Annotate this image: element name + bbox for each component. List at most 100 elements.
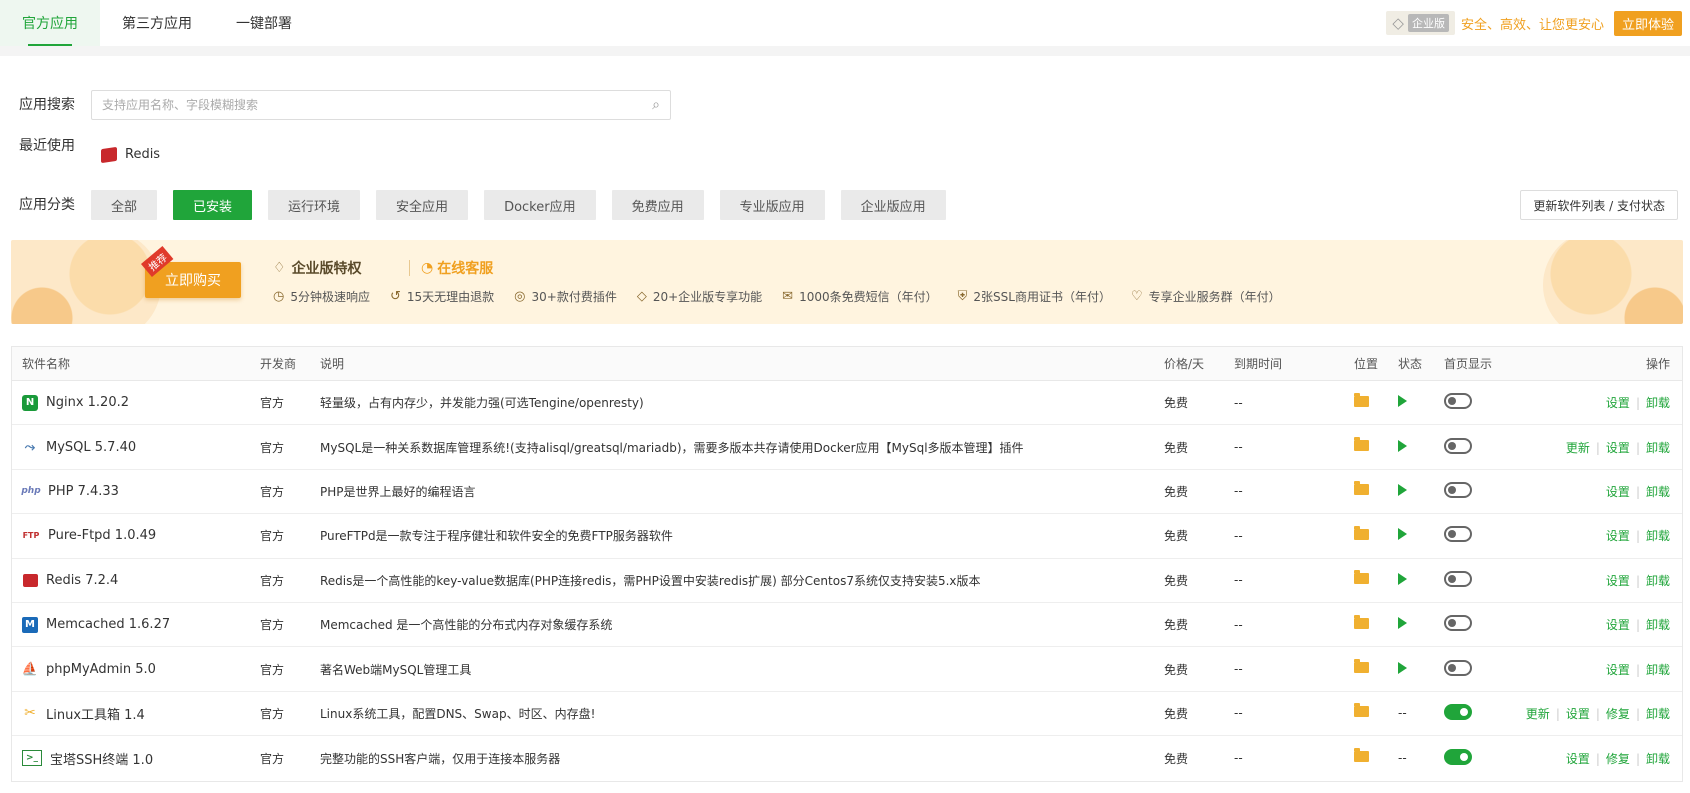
- op-link[interactable]: 卸载: [1646, 752, 1670, 766]
- operations-cell: 设置 | 卸载: [1524, 527, 1682, 544]
- banner-title: ♢ 企业版特权: [273, 258, 362, 278]
- folder-icon[interactable]: [1354, 481, 1369, 496]
- nginx-icon: N: [22, 394, 38, 411]
- op-link[interactable]: 设置: [1606, 663, 1630, 677]
- op-link[interactable]: 修复: [1606, 707, 1630, 721]
- buy-now-button[interactable]: 推荐 立即购买: [141, 246, 241, 298]
- op-link[interactable]: 设置: [1606, 396, 1630, 410]
- description: Memcached 是一个高性能的分布式内存对象缓存系统: [320, 618, 613, 633]
- op-link[interactable]: 卸载: [1646, 441, 1670, 455]
- tab-one-click-deploy[interactable]: 一键部署: [214, 0, 314, 46]
- start-icon[interactable]: [1398, 617, 1407, 630]
- home-display-toggle[interactable]: [1444, 615, 1472, 632]
- home-display-toggle[interactable]: [1444, 437, 1472, 454]
- price: 免费: [1164, 751, 1189, 766]
- developer: 官方: [260, 751, 285, 766]
- op-link[interactable]: 设置: [1606, 485, 1630, 499]
- op-link[interactable]: 设置: [1566, 752, 1590, 766]
- recent-item-redis[interactable]: Redis: [101, 146, 160, 163]
- mail-icon: ✉: [782, 289, 794, 304]
- category-security[interactable]: 安全应用: [376, 190, 469, 220]
- app-search-box[interactable]: ⌕: [91, 90, 671, 120]
- feature-item: ↺ 15天无理由退款: [390, 288, 494, 305]
- home-display-toggle[interactable]: [1444, 393, 1472, 410]
- op-link[interactable]: 设置: [1606, 441, 1630, 455]
- home-display-toggle[interactable]: [1444, 526, 1472, 543]
- start-icon[interactable]: [1398, 439, 1407, 452]
- start-icon[interactable]: [1398, 661, 1407, 674]
- start-icon[interactable]: [1398, 572, 1407, 585]
- op-link[interactable]: 卸载: [1646, 574, 1670, 588]
- folder-icon[interactable]: [1354, 614, 1369, 629]
- category-pro[interactable]: 专业版应用: [719, 190, 825, 220]
- folder-icon[interactable]: [1354, 392, 1369, 407]
- folder-icon[interactable]: [1354, 659, 1369, 674]
- redis-icon: [101, 146, 117, 163]
- op-link[interactable]: 卸载: [1646, 529, 1670, 543]
- price: 免费: [1164, 484, 1189, 499]
- expire-time: --: [1234, 617, 1243, 632]
- folder-icon[interactable]: [1354, 703, 1369, 718]
- tab-official-apps[interactable]: 官方应用: [0, 0, 100, 46]
- start-icon[interactable]: [1398, 483, 1407, 496]
- developer: 官方: [260, 618, 285, 633]
- status-cell: [1398, 439, 1444, 455]
- folder-icon[interactable]: [1354, 748, 1369, 763]
- location-cell: [1354, 748, 1398, 765]
- header-status: 状态: [1398, 357, 1423, 371]
- op-separator: |: [1635, 706, 1640, 721]
- home-display-toggle[interactable]: [1444, 748, 1472, 765]
- op-link[interactable]: 设置: [1606, 529, 1630, 543]
- op-link[interactable]: 修复: [1606, 752, 1630, 766]
- home-display-toggle[interactable]: [1444, 659, 1472, 676]
- feature-label: 5分钟极速响应: [290, 290, 370, 304]
- op-link[interactable]: 卸载: [1646, 707, 1670, 721]
- op-link[interactable]: 设置: [1606, 574, 1630, 588]
- home-display-cell: [1444, 481, 1524, 501]
- op-link[interactable]: 卸载: [1646, 485, 1670, 499]
- start-icon[interactable]: [1398, 395, 1407, 408]
- developer: 官方: [260, 706, 285, 721]
- try-now-button[interactable]: 立即体验: [1613, 10, 1682, 36]
- operations-cell: 设置 | 卸载: [1524, 483, 1682, 500]
- expire-time: --: [1234, 440, 1243, 455]
- folder-icon[interactable]: [1354, 437, 1369, 452]
- phpmyadmin-icon: ⛵: [21, 661, 39, 677]
- home-display-cell: [1444, 748, 1524, 768]
- category-free[interactable]: 免费应用: [611, 190, 704, 220]
- search-icon[interactable]: ⌕: [652, 97, 660, 113]
- op-link[interactable]: 更新: [1526, 707, 1550, 721]
- table-row: >_ 宝塔SSH终端 1.0 官方 完整功能的SSH客户端，仅用于连接本服务器 免费 --…: [12, 736, 1682, 780]
- op-separator: |: [1595, 706, 1600, 721]
- category-installed[interactable]: 已安装: [173, 190, 253, 220]
- home-display-toggle[interactable]: [1444, 703, 1472, 720]
- php-icon: php: [21, 486, 41, 497]
- op-separator: |: [1635, 396, 1640, 411]
- home-display-toggle[interactable]: [1444, 570, 1472, 587]
- op-link[interactable]: 设置: [1566, 707, 1590, 721]
- op-link[interactable]: 卸载: [1646, 618, 1670, 632]
- category-enterprise[interactable]: 企业版应用: [840, 190, 946, 220]
- header-price: 价格/天: [1164, 357, 1205, 371]
- enterprise-banner: 推荐 立即购买 ♢ 企业版特权 ◔ 在线客服 ◷ 5分钟极速响应 ↺ 15天无理由退…: [11, 240, 1683, 324]
- op-link[interactable]: 设置: [1606, 618, 1630, 632]
- category-docker[interactable]: Docker应用: [484, 190, 596, 220]
- category-runtime[interactable]: 运行环境: [268, 190, 361, 220]
- description: Redis是一个高性能的key-value数据库(PHP连接redis，需PHP…: [320, 573, 981, 588]
- tab-third-party-apps[interactable]: 第三方应用: [100, 0, 214, 46]
- op-link[interactable]: 卸载: [1646, 663, 1670, 677]
- software-name: 宝塔SSH终端 1.0: [50, 752, 154, 768]
- search-input[interactable]: [102, 98, 653, 112]
- category-all[interactable]: 全部: [91, 190, 158, 220]
- refresh-software-list-button[interactable]: 更新软件列表 / 支付状态: [1520, 190, 1678, 220]
- home-display-toggle[interactable]: [1444, 481, 1472, 498]
- folder-icon[interactable]: [1354, 525, 1369, 540]
- start-icon[interactable]: [1398, 528, 1407, 541]
- op-link[interactable]: 卸载: [1646, 396, 1670, 410]
- online-service-link[interactable]: ◔ 在线客服: [421, 258, 493, 278]
- home-display-cell: [1444, 659, 1524, 679]
- op-link[interactable]: 更新: [1566, 441, 1590, 455]
- folder-icon[interactable]: [1354, 570, 1369, 585]
- terminal-icon: >_: [22, 750, 42, 767]
- operations-cell: 设置 | 卸载: [1524, 394, 1682, 411]
